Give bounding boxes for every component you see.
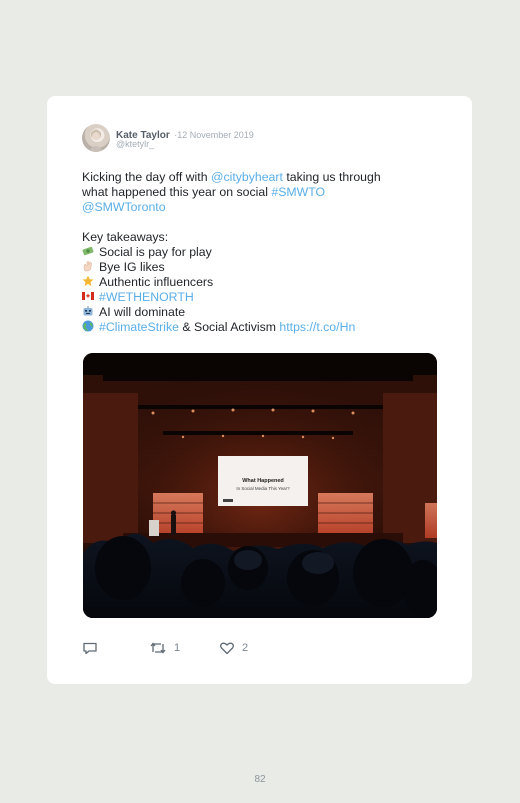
takeaway-text: Social is pay for play (99, 245, 212, 259)
reply-button[interactable] (82, 640, 98, 656)
globe-icon (82, 320, 94, 332)
hashtag-link[interactable]: #SMWTO (271, 185, 325, 199)
retweet-count: 1 (174, 642, 181, 654)
reply-icon (82, 640, 98, 656)
url-link[interactable]: https://t.co/Hn (279, 320, 355, 334)
takeaways-heading: Key takeaways: (82, 230, 169, 244)
retweet-button[interactable]: 1 (149, 640, 180, 656)
heart-icon (219, 640, 235, 656)
text-segment: taking us through (282, 170, 381, 184)
takeaway-text: AI will dominate (99, 305, 186, 319)
text-segment: what happened this year on social (82, 185, 272, 199)
list-item: Bye IG likes (82, 260, 442, 275)
tweet-date[interactable]: 12 November 2019 (177, 130, 254, 140)
screen-subtitle: In Social Media This Year? (236, 486, 290, 491)
waving-hand-icon (82, 260, 94, 272)
text-segment: & Social Activism (178, 320, 280, 334)
canada-flag-icon (82, 290, 94, 302)
robot-icon (82, 305, 94, 317)
tweet-photo[interactable]: What Happened In Social Media This Year? (83, 353, 437, 618)
retweet-icon (149, 640, 167, 656)
text-segment: Kicking the day off with (82, 170, 211, 184)
list-item: AI will dominate (82, 305, 442, 320)
hashtag-link[interactable]: #WETHENORTH (99, 290, 194, 304)
like-count: 2 (242, 642, 249, 654)
list-item: Authentic influencers (82, 275, 442, 290)
screen-title: What Happened (242, 478, 284, 484)
money-icon (82, 245, 94, 257)
mention-link[interactable]: @citybyheart (211, 170, 283, 184)
like-button[interactable]: 2 (219, 640, 248, 656)
list-item: #WETHENORTH (82, 290, 442, 305)
list-item: Social is pay for play (82, 245, 442, 260)
tweet-header: Kate Taylor ·12 November 2019 @ktetylr_ (82, 124, 442, 154)
list-item: #ClimateStrike & Social Activism https:/… (82, 320, 442, 335)
page-number: 82 (254, 774, 266, 785)
hashtag-link[interactable]: #ClimateStrike (99, 320, 179, 334)
tweet-text: Kicking the day off with @citybyheart ta… (82, 170, 442, 335)
takeaway-text: Authentic influencers (99, 275, 214, 289)
star-icon (82, 275, 94, 287)
takeaway-text: Bye IG likes (99, 260, 165, 274)
avatar[interactable] (82, 124, 110, 152)
tweet-card: Kate Taylor ·12 November 2019 @ktetylr_ … (47, 96, 472, 684)
mention-link[interactable]: @SMWToronto (82, 200, 166, 214)
tweet-actions: 1 2 (82, 640, 382, 660)
author-handle[interactable]: @ktetylr_ (116, 139, 154, 149)
